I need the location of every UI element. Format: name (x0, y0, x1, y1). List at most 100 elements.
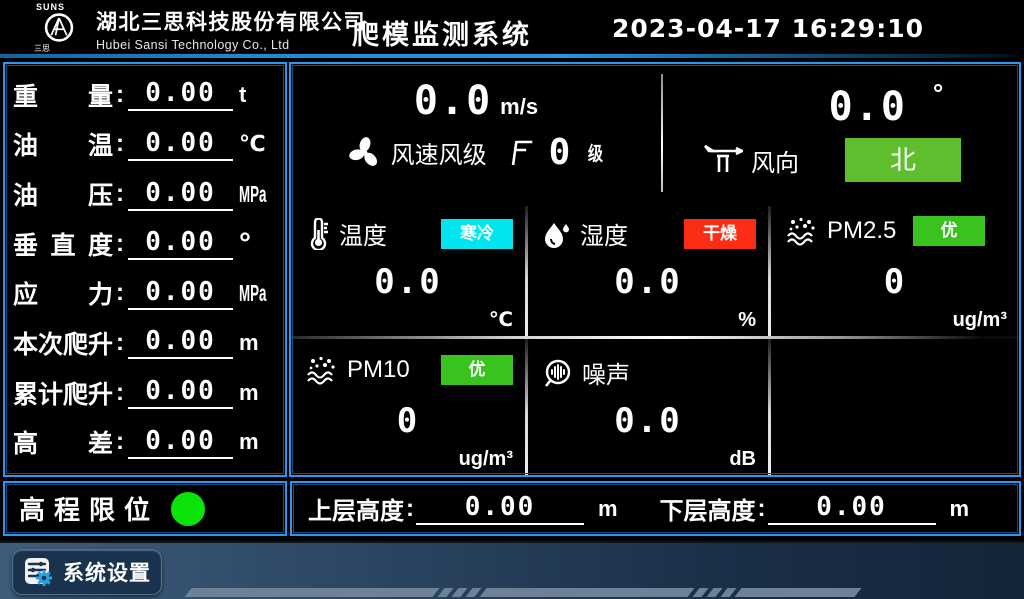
value-underline: 0.00 (768, 492, 936, 525)
decoration-bar (184, 588, 439, 597)
wind-vane-icon (703, 142, 743, 178)
page-title: 爬模监测系统 (352, 13, 532, 52)
sensor-grid: 温度 寒冷 0.0 ℃ 湿度 干燥 0.0 % (291, 200, 1019, 475)
cell-header: 温度 寒冷 (291, 200, 525, 251)
measure-row-current-climb: 本次爬升: 0.00 m (13, 318, 275, 368)
measure-row-verticality: 垂直度: 0.00 ° (13, 219, 275, 269)
sensor-cell-humidity: 湿度 干燥 0.0 % (528, 200, 768, 336)
row-colon: : (116, 379, 124, 407)
row-label: 累计爬升 (13, 375, 113, 411)
colon: : (406, 495, 414, 523)
sensor-value: 0 (291, 401, 525, 441)
lower-height-value: 0.00 (816, 492, 887, 522)
measure-row-stress: 应 力: 0.00 MPa (13, 269, 275, 319)
oil-pressure-unit: MPa (239, 181, 260, 208)
row-colon: : (116, 329, 124, 357)
wind-speed-unit: m/s (500, 94, 538, 119)
sensor-cell-pm25: PM2.5 优 0 ug/m³ (771, 200, 1019, 336)
row-label: 油 温 (13, 126, 113, 162)
elevation-limit-label: 高程限位 (19, 490, 159, 527)
wind-level-readout: 风速风级 0 级 (291, 132, 661, 173)
dust-icon (785, 216, 819, 246)
company-name-cn: 湖北三思科技股份有限公司 (96, 6, 366, 36)
taskbar: 系统设置 (0, 541, 1024, 599)
row-label: 本次爬升 (13, 325, 113, 361)
value-underline: 0.00 (128, 426, 233, 459)
wind-direction-section: 0.0° 风向 北 (663, 64, 1019, 200)
elevation-limit-cell: 高程限位 (3, 481, 287, 536)
wind-direction-badge: 北 (845, 138, 961, 182)
dust-icon (305, 355, 339, 385)
layer-heights-row: 上层高度: 0.00 m 下层高度: 0.00 m (292, 483, 1019, 534)
verticality-value: 0.00 (145, 227, 216, 257)
wind-speed-value: 0.0 (414, 78, 492, 124)
wind-direction-row: 风向 北 (663, 138, 1019, 182)
sensor-unit: % (738, 309, 756, 332)
sensor-value: 0.0 (528, 401, 768, 441)
noise-icon (542, 357, 574, 389)
sensor-cell-noise: 噪声 0.0 dB (528, 339, 768, 475)
value-underline: 0.00 (128, 78, 233, 111)
status-badge: 干燥 (684, 219, 756, 249)
wind-speed-label: 风速风级 (391, 135, 487, 170)
lower-height-unit: m (950, 496, 970, 522)
logo-suns-text: SUNS (36, 2, 65, 12)
elevation-limit-status-light (171, 492, 205, 526)
status-badge: 优 (913, 216, 985, 246)
weight-value: 0.00 (145, 78, 216, 108)
oil-pressure-value: 0.00 (145, 178, 216, 208)
height-diff-unit: m (239, 429, 275, 455)
measure-row-total-climb: 累计爬升: 0.00 m (13, 368, 275, 418)
row-colon: : (116, 279, 124, 307)
status-badge: 优 (441, 355, 513, 385)
sansi-logo-icon (42, 12, 76, 43)
sensor-name: 温度 (339, 216, 387, 251)
measure-row-oil-pressure: 油 压: 0.00 MPa (13, 169, 275, 219)
sensor-unit: dB (729, 448, 756, 471)
wind-speed-section: 0.0 m/s 风速风级 0 级 (291, 64, 661, 200)
sensor-name: PM10 (347, 356, 410, 384)
environment-panel: 0.0 m/s 风速风级 0 级 (289, 62, 1021, 477)
value-underline: 0.00 (416, 492, 584, 525)
row-colon: : (116, 180, 124, 208)
monitor-screen: SUNS 三思 湖北三思科技股份有限公司 Hubei Sansi Technol… (0, 0, 1024, 599)
stress-value: 0.00 (145, 277, 216, 307)
system-settings-button[interactable]: 系统设置 (12, 549, 162, 595)
value-underline: 0.00 (128, 326, 233, 359)
upper-height-unit: m (598, 496, 618, 522)
layer-heights-cell: 上层高度: 0.00 m 下层高度: 0.00 m (290, 481, 1021, 536)
sensor-cell-pm10: PM10 优 0 ug/m³ (291, 339, 525, 475)
value-underline: 0.00 (128, 227, 233, 260)
sensor-cell-empty (771, 339, 1019, 475)
row-label: 重 量 (13, 77, 113, 113)
height-diff-value: 0.00 (145, 426, 216, 456)
upper-height-label: 上层高度 (308, 491, 404, 526)
upper-height-value: 0.00 (465, 492, 536, 522)
sensor-value: 0.0 (528, 262, 768, 302)
sensor-name: 噪声 (582, 355, 630, 390)
row-colon: : (116, 428, 124, 456)
decoration-bar (479, 588, 694, 597)
datetime-display: 2023-04-17 16:29:10 (612, 14, 924, 43)
wind-level-value: 0 (549, 132, 573, 173)
total-climb-unit: m (239, 380, 275, 406)
measure-row-height-diff: 高 差: 0.00 m (13, 417, 275, 467)
wind-direction-readout: 0.0° (663, 78, 1019, 130)
cell-header: 噪声 (528, 339, 768, 390)
row-colon: : (116, 81, 124, 109)
lower-height-label: 下层高度 (660, 491, 756, 526)
lower-height-group: 下层高度: 0.00 m (660, 491, 1004, 526)
measure-row-oil-temp: 油 温: 0.00 ℃ (13, 120, 275, 170)
colon: : (758, 495, 766, 523)
fan-icon (347, 135, 383, 171)
sensor-value: 0.0 (291, 262, 525, 302)
oil-temp-value: 0.00 (145, 128, 216, 158)
sensor-name: PM2.5 (827, 217, 896, 245)
system-settings-label: 系统设置 (63, 557, 151, 587)
humidity-icon (542, 218, 572, 250)
verticality-unit: ° (239, 239, 275, 249)
thermometer-icon (305, 218, 331, 250)
sensor-cell-temperature: 温度 寒冷 0.0 ℃ (291, 200, 525, 336)
sensor-unit: ug/m³ (459, 448, 513, 471)
row-label: 应 力 (13, 275, 113, 311)
